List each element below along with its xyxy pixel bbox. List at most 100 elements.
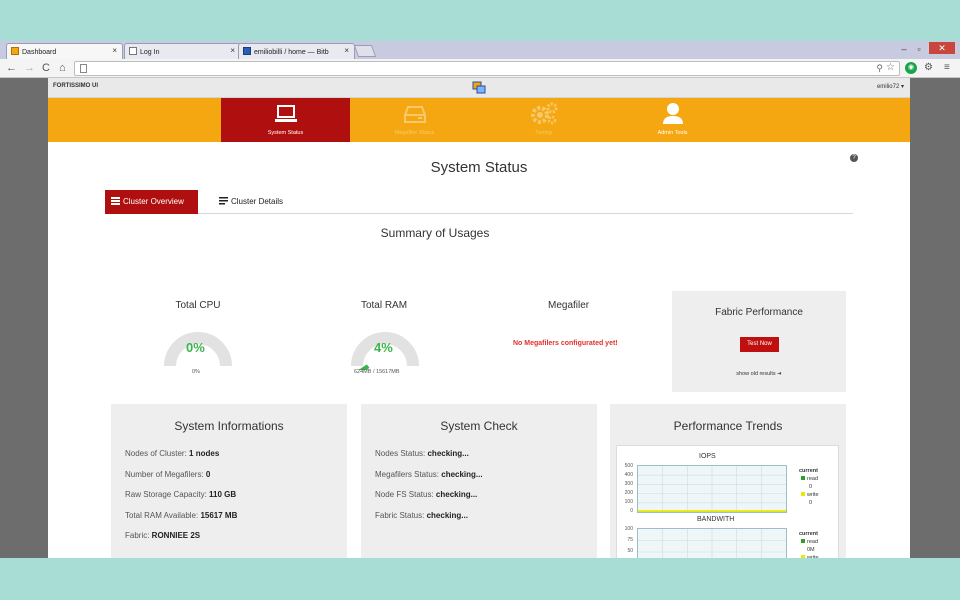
bw-ytick: 50 (627, 548, 633, 554)
row-value: 1 nodes (189, 449, 220, 458)
tab-cluster-details[interactable]: Cluster Details (213, 190, 289, 214)
check-row: Fabric Status: checking... (375, 511, 468, 520)
nav-label: System Status (267, 130, 304, 136)
row-label: Fabric: (125, 531, 152, 540)
info-row: Number of Megafilers: 0 (125, 470, 210, 479)
row-label: Fabric Status: (375, 511, 427, 520)
user-icon (662, 103, 683, 124)
tab-title: Dashboard (22, 49, 57, 56)
nav-system-status[interactable]: System Status (221, 98, 350, 142)
card-title: Performance Trends (673, 419, 783, 433)
user-menu[interactable]: emilio72 ▾ (877, 83, 904, 90)
iops-write-value: 0 (809, 500, 813, 506)
read-swatch (801, 476, 805, 480)
main-nav: System Status Megafiler Status Tuning Ad… (48, 98, 910, 142)
cpu-value: 0% (186, 340, 205, 355)
row-label: Megafilers Status: (375, 470, 442, 479)
page-icon (80, 64, 87, 73)
menu-icon[interactable]: ≡ (944, 62, 950, 74)
nav-megafiler-status[interactable]: Megafiler Status (350, 98, 479, 142)
row-label: Node FS Status: (375, 490, 436, 499)
iops-legend-current: current (799, 468, 818, 474)
cpu-title-text: Total CPU (175, 300, 221, 311)
iops-read-value: 0 (809, 484, 813, 490)
bw-ytick: 75 (627, 537, 633, 543)
bw-legend-write: write (801, 555, 819, 558)
check-row: Nodes Status: checking... (375, 449, 469, 458)
info-row: Total RAM Available: 15617 MB (125, 511, 237, 520)
app-header: FORTISSIMO UI emilio72 ▾ (48, 78, 910, 98)
row-value: 110 GB (209, 490, 237, 499)
fabric-performance-box: Fabric Performance Test Now show old res… (672, 291, 846, 392)
web-page: FORTISSIMO UI emilio72 ▾ System Status M… (48, 78, 910, 558)
write-swatch (801, 555, 805, 558)
server-icon (111, 197, 120, 205)
close-tab-icon[interactable]: × (344, 46, 349, 55)
extension-icon[interactable]: ◉ (905, 62, 917, 74)
home-icon[interactable]: ⌂ (59, 61, 66, 75)
row-label: Number of Megafilers: (125, 470, 206, 479)
help-icon[interactable]: ? (850, 154, 858, 162)
forward-icon[interactable]: → (24, 61, 35, 75)
info-row: Nodes of Cluster: 1 nodes (125, 449, 219, 458)
browser-tab-bitbucket[interactable]: emiliobilli / home — Bitb × (238, 43, 355, 59)
trend-charts: IOPS 500 400 300 200 100 0 current read … (616, 445, 839, 558)
bw-read-value: 0M (807, 547, 815, 553)
show-old-results-link[interactable]: show old results ➜ (672, 371, 846, 377)
iops-title: IOPS (699, 453, 716, 460)
card-title: System Check (440, 419, 518, 433)
row-value: RONNIEE 2S (151, 531, 201, 540)
read-swatch (801, 539, 805, 543)
new-tab-button[interactable] (353, 45, 377, 57)
tab-cluster-overview[interactable]: Cluster Overview (105, 190, 198, 214)
bw-ytick: 100 (624, 526, 633, 532)
browser-tab-dashboard[interactable]: Dashboard × (6, 43, 123, 59)
summary-title: Summary of Usages (380, 226, 490, 240)
hard-drive-icon (403, 106, 426, 123)
close-tab-icon[interactable]: × (112, 46, 117, 55)
bookmark-star-icon[interactable]: ☆ (886, 62, 895, 73)
nav-tuning[interactable]: Tuning (479, 98, 608, 142)
extension-gear-icon[interactable]: ⚙ (924, 62, 933, 74)
page-favicon-icon (129, 47, 137, 55)
tab-label: Cluster Overview (123, 197, 184, 206)
iops-ytick: 300 (624, 481, 633, 487)
row-label: Nodes Status: (375, 449, 428, 458)
dashboard-favicon-icon (11, 47, 19, 55)
nav-label: Admin Tools (657, 130, 688, 136)
close-tab-icon[interactable]: × (230, 46, 235, 55)
bandwidth-plot (637, 528, 787, 558)
ram-title: Total RAM (344, 300, 424, 311)
ram-value: 4% (374, 340, 393, 355)
iops-ytick: 400 (624, 472, 633, 478)
iops-plot (637, 465, 787, 513)
iops-ytick: 0 (630, 508, 633, 514)
tab-label: Cluster Details (231, 197, 284, 206)
iops-legend-write: write (801, 492, 819, 498)
reload-icon[interactable]: C (42, 61, 50, 75)
ram-title-text: Total RAM (360, 300, 408, 311)
iops-ytick: 200 (624, 490, 633, 496)
ram-sub: 624MB / 15617MB (354, 369, 400, 375)
browser-tab-login[interactable]: Log In × (124, 43, 241, 59)
address-bar[interactable]: ⚲ ☆ (74, 61, 900, 76)
legend-label: write (807, 492, 819, 498)
fabric-title: Fabric Performance (715, 307, 803, 318)
page-title: System Status (430, 159, 528, 176)
row-value: 0 (205, 470, 211, 479)
bitbucket-favicon-icon (243, 47, 251, 55)
zoom-icon[interactable]: ⚲ (876, 63, 883, 74)
close-window-button[interactable]: ✕ (929, 42, 955, 54)
check-row: Node FS Status: checking... (375, 490, 477, 499)
test-now-button[interactable]: Test Now (740, 337, 779, 352)
performance-trends-card: Performance Trends IOPS 500 400 300 200 … (610, 404, 846, 558)
nav-admin-tools[interactable]: Admin Tools (608, 98, 737, 142)
system-check-card: System Check Nodes Status: checking... M… (361, 404, 597, 558)
browser-window: Dashboard × Log In × emiliobilli / home … (0, 41, 960, 558)
minimize-button[interactable]: – (898, 43, 910, 55)
tab-title: emiliobilli / home — Bitb (254, 49, 329, 56)
back-icon[interactable]: ← (6, 61, 17, 75)
maximize-button[interactable]: ▫ (913, 43, 925, 55)
iops-legend-read: read (801, 476, 818, 482)
tab-strip: Dashboard × Log In × emiliobilli / home … (0, 41, 960, 59)
